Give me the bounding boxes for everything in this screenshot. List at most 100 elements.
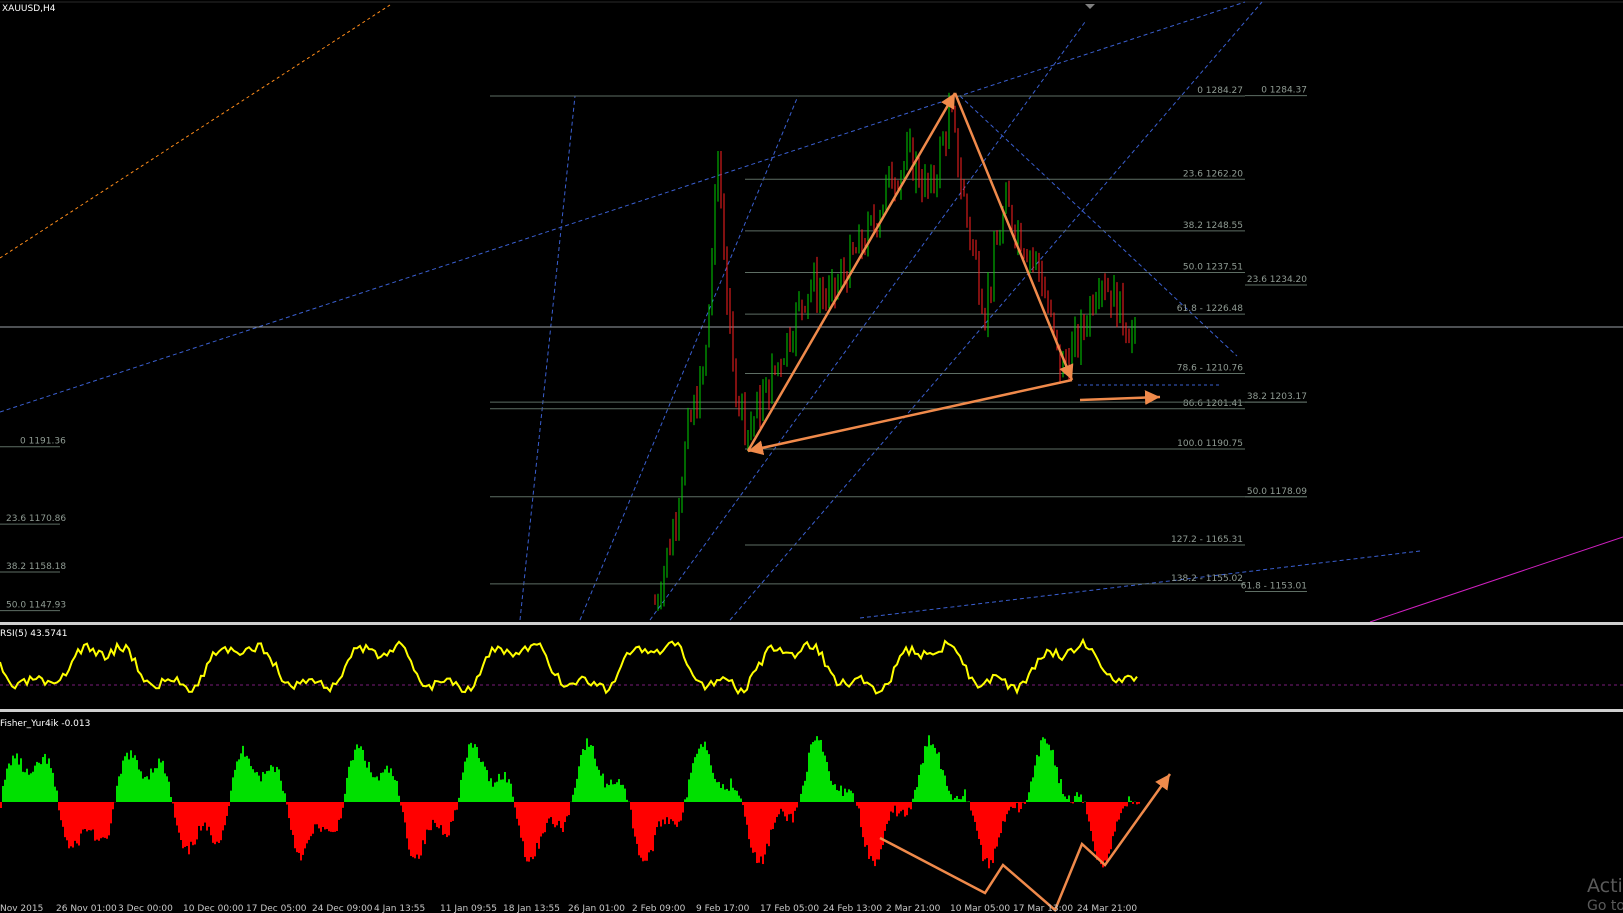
fisher-bar-up <box>48 758 50 802</box>
fisher-bar-down <box>748 802 750 840</box>
fisher-bar-down <box>674 802 676 825</box>
rsi-indicator-panel[interactable]: RSI(5) 43.5741 <box>0 629 1623 696</box>
fisher-bar-down <box>428 802 430 831</box>
main-price-chart[interactable]: 0 1191.36 23.6 1170.86 38.2 1158.18 50.0 11… <box>0 1 1623 623</box>
fisher-bar-down <box>972 802 974 816</box>
fisher-bar-up <box>1042 737 1044 802</box>
fisher-bar-down <box>520 802 522 838</box>
fisher-bar-down <box>1110 802 1112 850</box>
fib-label: 61.8 - 1226.48 <box>1177 304 1243 314</box>
blue-trendline <box>519 95 576 621</box>
fisher-bar-up <box>694 757 696 802</box>
fisher-bar-down <box>416 802 418 855</box>
chart-canvas[interactable]: 0 1191.36 23.6 1170.86 38.2 1158.18 50.0 11… <box>0 0 1623 913</box>
fib-label: 23.6 1262.20 <box>1183 169 1243 179</box>
fisher-bar-down <box>86 802 88 832</box>
fisher-bar-up <box>824 755 826 802</box>
fisher-bar-up <box>234 769 236 802</box>
fisher-bar-down <box>866 802 868 846</box>
fisher-bar-down <box>1138 802 1140 804</box>
fisher-bar-down <box>900 802 902 812</box>
fisher-bar-down <box>858 802 860 809</box>
fisher-bar-up <box>120 773 122 802</box>
fisher-bar-up <box>1034 765 1036 802</box>
fisher-indicator-panel[interactable]: Fisher_Yur4ik -0.013 <box>0 719 1172 913</box>
fisher-bar-up <box>504 771 506 802</box>
fisher-bar-down <box>906 802 908 816</box>
fisher-bar-down <box>1102 802 1104 868</box>
fisher-bar-up <box>812 742 814 802</box>
fisher-bar-up <box>816 736 818 802</box>
fisher-bar-down <box>902 802 904 810</box>
fisher-bar-down <box>194 802 196 845</box>
fisher-bar-up <box>250 766 252 802</box>
fisher-bar-down <box>300 802 302 861</box>
time-axis-label: 2 Feb 09:00 <box>632 904 686 913</box>
fisher-bar-up <box>968 801 970 802</box>
fib-label: 38.2 1248.55 <box>1183 221 1243 231</box>
panel-separator-fisher[interactable] <box>0 709 1623 712</box>
fisher-bar-down <box>224 802 226 826</box>
fisher-bar-down <box>660 802 662 827</box>
fisher-bar-down <box>1020 802 1022 809</box>
fisher-bar-down <box>664 802 666 825</box>
fisher-bar-up <box>586 738 588 802</box>
fisher-bar-up <box>606 783 608 802</box>
fisher-bar-up <box>164 773 166 802</box>
fisher-bar-up <box>148 779 150 802</box>
fisher-bar-up <box>348 766 350 802</box>
fisher-bar-down <box>442 802 444 835</box>
fisher-bar-up <box>1076 792 1078 802</box>
fisher-bar-down <box>206 802 208 831</box>
fisher-bar-up <box>28 774 30 802</box>
fisher-bar-up <box>692 763 694 802</box>
fisher-bar-down <box>994 802 996 849</box>
fisher-bar-up <box>1032 777 1034 802</box>
projection-arrow <box>1079 390 1161 406</box>
fisher-bar-down <box>418 802 420 859</box>
fisher-bar-down <box>654 802 656 836</box>
fisher-bar-up <box>494 782 496 802</box>
fisher-bar-down <box>532 802 534 860</box>
fisher-bar-down <box>106 802 108 839</box>
fib-label: 0 1284.27 <box>1197 86 1243 96</box>
fisher-bar-down <box>342 802 344 808</box>
fisher-bar-down <box>516 802 518 819</box>
fisher-bar-down <box>794 802 796 811</box>
fisher-bar-down <box>752 802 754 853</box>
fisher-bar-up <box>238 759 240 802</box>
fisher-bar-down <box>204 802 206 823</box>
fisher-bar-down <box>548 802 550 819</box>
fisher-bar-up <box>170 796 172 802</box>
fisher-bar-down <box>1092 802 1094 842</box>
fisher-bar-up <box>718 781 720 802</box>
fisher-bar-down <box>908 802 910 808</box>
fisher-bar-down <box>754 802 756 853</box>
fisher-bar-up <box>506 782 508 802</box>
fisher-bar-up <box>26 768 28 802</box>
fisher-bar-up <box>476 747 478 802</box>
price-candles <box>654 92 1136 611</box>
fisher-bar-down <box>658 802 660 822</box>
fisher-bar-down <box>550 802 552 818</box>
fisher-bar-up <box>464 761 466 802</box>
fisher-bar-down <box>1012 802 1014 808</box>
fisher-bar-down <box>1022 802 1024 803</box>
fisher-bar-up <box>1052 749 1054 802</box>
fisher-bar-up <box>800 793 802 802</box>
panel-separator-rsi[interactable] <box>0 622 1623 625</box>
fisher-bar-down <box>308 802 310 840</box>
fisher-bar-up <box>270 765 272 802</box>
fisher-bar-down <box>202 802 204 827</box>
fisher-bar-down <box>980 802 982 845</box>
fisher-bar-up <box>158 758 160 802</box>
fisher-bar-up <box>500 779 502 802</box>
fisher-bar-down <box>438 802 440 829</box>
fisher-bar-down <box>758 802 760 863</box>
fisher-bar-up <box>958 799 960 802</box>
fisher-bar-up <box>56 790 58 802</box>
fisher-bar-down <box>984 802 986 860</box>
fisher-bar-down <box>784 802 786 817</box>
fisher-label: Fisher_Yur4ik -0.013 <box>0 719 90 729</box>
fisher-bar-down <box>896 802 898 817</box>
